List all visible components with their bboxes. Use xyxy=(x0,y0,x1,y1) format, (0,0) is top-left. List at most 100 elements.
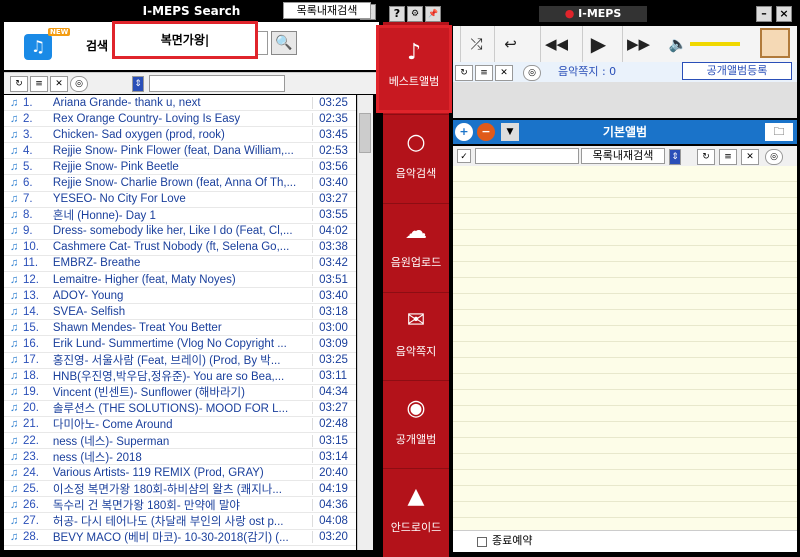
song-row[interactable]: ♫ 13. ADOY- Young 03:40 xyxy=(4,288,356,305)
volume-slider[interactable] xyxy=(690,42,740,46)
previous-icon[interactable]: ◀◀ xyxy=(540,26,572,62)
song-row[interactable]: ♫ 4. Rejjie Snow- Pink Flower (feat, Dana … xyxy=(4,143,356,160)
song-row[interactable]: ♫ 5. Rejjie Snow- Pink Beetle 03:56 xyxy=(4,159,356,176)
shuffle-icon[interactable]: ⤮ xyxy=(460,26,492,62)
scrollbar-thumb[interactable] xyxy=(359,113,371,153)
song-row[interactable]: ♫ 14. SVEA- Selfish 03:18 xyxy=(4,304,356,321)
shutdown-timer-checkbox[interactable] xyxy=(477,537,487,547)
folder-icon[interactable]: 🗀 xyxy=(765,123,793,141)
music-note-icon: ♫ xyxy=(10,257,19,270)
player-title-bar: ● I-MEPS – × xyxy=(449,4,800,24)
delete-icon[interactable]: ✕ xyxy=(741,149,759,165)
skin-cube-icon[interactable] xyxy=(760,28,790,58)
nav-public-album[interactable]: ◉ 공개앨범 xyxy=(383,382,449,468)
delete-icon[interactable]: ✕ xyxy=(495,65,513,81)
refresh-icon[interactable]: ↻ xyxy=(697,149,715,165)
divider xyxy=(383,380,449,381)
music-note-icon: ♫ xyxy=(10,241,19,254)
song-row[interactable]: ♫ 19. Vincent (빈센트)- Sunflower (해바라기) 04:34 xyxy=(4,385,356,401)
album-track-list xyxy=(453,166,797,530)
song-row[interactable]: ♫ 25. 이소정 복면가왕 180회-하비샴의 왈츠 (쾌지나... 04:19 xyxy=(4,481,356,498)
song-row[interactable]: ♫ 1. Ariana Grande- thank u, next 03:25 xyxy=(4,95,356,112)
repeat-icon[interactable]: ↩ xyxy=(494,26,526,62)
song-row[interactable]: ♫ 18. HNB(우진영,박우담,정유준)- You are so Bea,...… xyxy=(4,369,356,385)
song-number: 11. xyxy=(22,257,39,270)
song-number: 22. xyxy=(22,434,39,447)
sort-icon[interactable]: ⇕ xyxy=(669,149,681,165)
refresh-icon[interactable]: ↻ xyxy=(455,65,473,81)
music-note-icon: ♫ xyxy=(10,498,19,511)
song-row[interactable]: ♫ 8. 혼네 (Honne)- Day 1 03:55 xyxy=(4,208,356,224)
select-all-checkbox[interactable]: ✓ xyxy=(457,149,471,163)
list-icon[interactable]: ≡ xyxy=(30,76,48,92)
song-title: ness (네스)- Superman xyxy=(52,435,170,448)
song-duration: 03:40 xyxy=(312,289,356,302)
song-row[interactable]: ♫ 2. Rex Orange Country- Loving Is Easy 02:… xyxy=(4,111,356,128)
song-row[interactable]: ♫ 15. Shawn Mendes- Treat You Better 03:00 xyxy=(4,320,356,337)
minimize-button[interactable]: – xyxy=(756,6,772,22)
remove-icon[interactable]: − xyxy=(477,123,495,141)
song-row[interactable]: ♫ 9. Dress- somebody like her, Like I do (… xyxy=(4,224,356,240)
song-row[interactable]: ♫ 24. Various Artists- 119 REMIX (Prod, GR… xyxy=(4,465,356,482)
delete-icon[interactable]: ✕ xyxy=(50,76,68,92)
nav-android[interactable]: ▲ 안드로이드 xyxy=(383,470,449,556)
song-number: 7. xyxy=(22,193,33,206)
song-row[interactable]: ♫ 6. Rejjie Snow- Charlie Brown (feat, Ann… xyxy=(4,175,356,192)
scrollbar[interactable] xyxy=(357,95,373,550)
song-row[interactable]: ♫ 3. Chicken- Sad oxygen (prod, rook) 03:45 xyxy=(4,127,356,144)
close-button[interactable]: × xyxy=(776,6,792,22)
song-row[interactable]: ♫ 20. 솔루션스 (THE SOLUTIONS)- MOOD FOR L... 0… xyxy=(4,401,356,417)
nav-upload[interactable]: ☁ 음원업로드 xyxy=(383,205,449,291)
song-row[interactable]: ♫ 26. 독수리 건 복면가왕 180회- 만약에 말야 04:36 xyxy=(4,497,356,514)
song-row[interactable]: ♫ 16. Erik Lund- Summertime (Vlog No Copyr… xyxy=(4,336,356,353)
song-number: 14. xyxy=(22,305,39,318)
chat-icon[interactable]: ◎ xyxy=(70,76,88,92)
pin-icon[interactable]: 📌 xyxy=(425,6,441,22)
nav-music-search[interactable]: ○ 음악검색 xyxy=(383,116,449,202)
help-button[interactable]: ? xyxy=(389,6,405,22)
song-number: 8. xyxy=(22,209,33,222)
search-input[interactable]: 복면가왕| xyxy=(112,21,258,59)
song-row[interactable]: ♫ 27. 허공- 다시 테어나도 (차달래 부인의 사랑 ost p... 04:0… xyxy=(4,513,356,530)
song-row[interactable]: ♫ 7. YESEO- No City For Love 03:27 xyxy=(4,192,356,208)
song-number: 3. xyxy=(22,128,33,141)
song-row[interactable]: ♫ 11. EMBRZ- Breathe 03:42 xyxy=(4,256,356,273)
sort-icon[interactable]: ⇕ xyxy=(132,76,144,92)
list-filter-input[interactable] xyxy=(149,75,285,92)
song-duration: 03:40 xyxy=(312,177,356,190)
song-duration: 03:55 xyxy=(312,209,356,222)
chat-icon[interactable]: ◎ xyxy=(523,65,541,81)
song-row[interactable]: ♫ 23. ness (네스)- 2018 03:14 xyxy=(4,449,356,466)
album-filter-input[interactable] xyxy=(475,148,579,164)
album-list-search-button[interactable]: 목록내재검색 xyxy=(581,148,665,164)
public-album-register-button[interactable]: 공개앨범등록 xyxy=(682,62,792,80)
song-row[interactable]: ♫ 17. 홍진영- 서울사람 (Feat, 브레이) (Prod, By 박...… xyxy=(4,353,356,369)
song-row[interactable]: ♫ 10. Cashmere Cat- Trust Nobody (ft, Sele… xyxy=(4,240,356,256)
list-icon[interactable]: ≡ xyxy=(719,149,737,165)
search-input-tail xyxy=(258,31,268,55)
chevron-down-icon[interactable]: ▼ xyxy=(501,123,519,141)
refresh-icon[interactable]: ↻ xyxy=(10,76,28,92)
song-duration: 03:09 xyxy=(312,337,356,350)
song-row[interactable]: ♫ 12. Lemaitre- Higher (feat, Maty Noyes) 0… xyxy=(4,272,356,289)
settings-icon[interactable]: ⚙ xyxy=(407,6,423,22)
song-row[interactable]: ♫ 21. 다미아노- Come Around 02:48 xyxy=(4,417,356,433)
song-duration: 03:27 xyxy=(312,402,356,415)
cloud-upload-icon: ☁ xyxy=(405,219,427,244)
next-icon[interactable]: ▶▶ xyxy=(622,26,654,62)
song-row[interactable]: ♫ 28. BEVY MACO (베비 마코)- 10-30-2018(감기) (.… xyxy=(4,530,356,546)
search-icon[interactable]: 🔍 xyxy=(271,31,297,55)
add-icon[interactable]: + xyxy=(455,123,473,141)
volume-icon[interactable]: 🔈 xyxy=(668,26,688,62)
nav-music-search-label: 음악검색 xyxy=(395,167,437,180)
list-icon[interactable]: ≡ xyxy=(475,65,493,81)
nav-best-album[interactable]: ♪ 베스트앨범 xyxy=(376,25,452,113)
play-icon[interactable]: ▶ xyxy=(582,26,614,62)
list-search-button[interactable]: 목록내재검색 xyxy=(283,2,371,19)
song-title: Rejjie Snow- Pink Beetle xyxy=(52,160,179,173)
music-note-icon: ♫ xyxy=(10,354,19,367)
nav-music-note[interactable]: ✉ 음악쪽지 xyxy=(383,294,449,380)
chat-icon[interactable]: ◎ xyxy=(765,149,783,165)
song-row[interactable]: ♫ 22. ness (네스)- Superman 03:15 xyxy=(4,433,356,450)
nav-best-album-label: 베스트앨범 xyxy=(388,75,440,88)
